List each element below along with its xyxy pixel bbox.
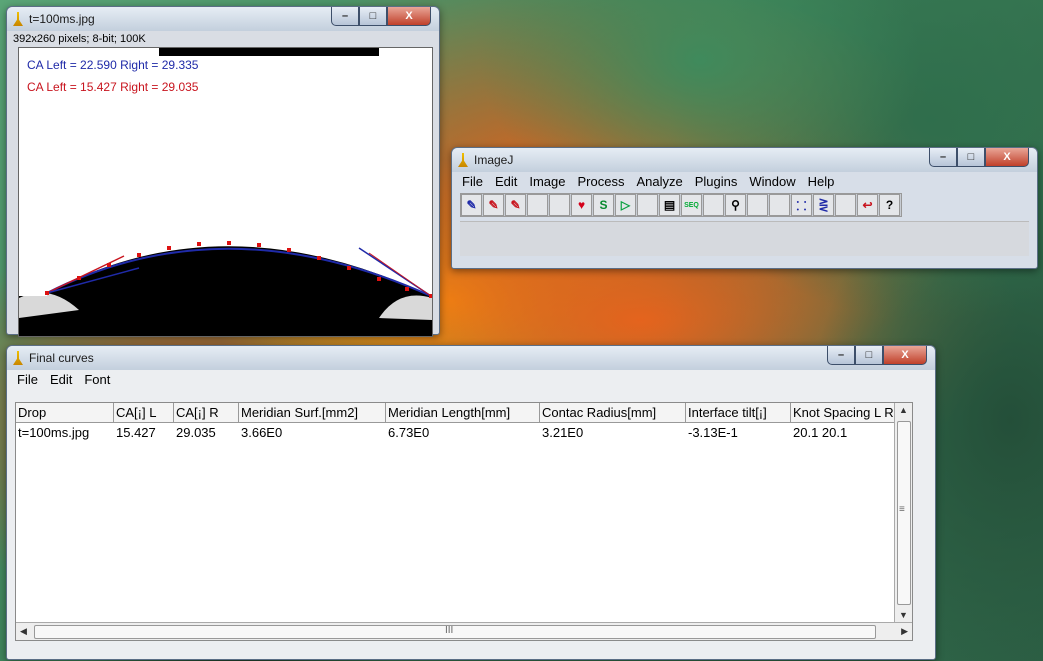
scroll-down-icon[interactable]: ▼: [899, 610, 908, 620]
menu-analyze[interactable]: Analyze: [630, 174, 688, 189]
curve-icon[interactable]: S: [593, 194, 614, 216]
table-cell: -3.13E-1: [688, 425, 738, 440]
results-table: Drop CA[¡] L CA[¡] R Meridian Surf.[mm2]…: [15, 402, 913, 641]
close-button[interactable]: X: [387, 7, 431, 26]
grip-icon: III: [445, 625, 454, 636]
close-button[interactable]: X: [985, 148, 1029, 167]
image-window-title: t=100ms.jpg: [29, 12, 95, 26]
droplet-profile: [19, 241, 432, 336]
empty-tool-slot[interactable]: [549, 194, 570, 216]
menu-font[interactable]: Font: [78, 372, 116, 387]
menu-process[interactable]: Process: [572, 174, 631, 189]
menu-image[interactable]: Image: [523, 174, 571, 189]
column-header[interactable]: CA[¡] R: [174, 403, 239, 422]
empty-tool-slot[interactable]: [703, 194, 724, 216]
close-button[interactable]: X: [883, 346, 927, 365]
table-cell: 3.21E0: [542, 425, 584, 440]
minimize-button[interactable]: –: [331, 7, 359, 26]
imagej-toolbar: ✎ ✎ ✎ ♥ S ▷ ▤ SEQ ⚲ ⸬ ⋛ ↩ ?: [460, 193, 902, 217]
imagej-title: ImageJ: [474, 153, 514, 167]
image-window-titlebar[interactable]: t=100ms.jpg – □ X: [7, 7, 439, 31]
column-header[interactable]: Interface tilt[¡]: [686, 403, 791, 422]
column-header[interactable]: Meridian Length[mm]: [386, 403, 540, 422]
column-header[interactable]: Contac Radius[mm]: [540, 403, 686, 422]
scroll-left-icon[interactable]: ◀: [20, 626, 27, 637]
maximize-button[interactable]: □: [359, 7, 387, 26]
grip-icon: ≡: [899, 504, 905, 515]
imagej-menubar: File Edit Image Process Analyze Plugins …: [452, 172, 1037, 191]
document-icon[interactable]: ▤: [659, 194, 680, 216]
imagej-logo-icon: [13, 12, 23, 26]
minimize-button[interactable]: –: [827, 346, 855, 365]
maximize-button[interactable]: □: [957, 148, 985, 167]
horizontal-scrollbar[interactable]: ◀ III ▶: [16, 622, 912, 640]
magnifier-icon[interactable]: ⚲: [725, 194, 746, 216]
results-title: Final curves: [29, 351, 94, 365]
menu-window[interactable]: Window: [743, 174, 801, 189]
pen-red-dots-icon[interactable]: ✎: [505, 194, 526, 216]
menu-edit[interactable]: Edit: [44, 372, 78, 387]
menu-edit[interactable]: Edit: [489, 174, 523, 189]
table-cell: 15.427: [116, 425, 156, 440]
vertical-scroll-thumb[interactable]: ≡: [897, 421, 911, 605]
image-info: 392x260 pixels; 8-bit; 100K: [13, 33, 146, 45]
table-cell: 3.66E0: [241, 425, 283, 440]
table-cell: 6.73E0: [388, 425, 430, 440]
scroll-right-icon[interactable]: ▶: [901, 626, 908, 637]
maximize-button[interactable]: □: [855, 346, 883, 365]
empty-tool-slot[interactable]: [769, 194, 790, 216]
vertical-scrollbar[interactable]: ▲ ≡ ▼: [894, 403, 912, 622]
table-cell: 29.035: [176, 425, 216, 440]
table-cell: 20.1 20.1: [793, 425, 848, 440]
empty-tool-slot[interactable]: [747, 194, 768, 216]
menu-help[interactable]: Help: [802, 174, 841, 189]
minimize-button[interactable]: –: [929, 148, 957, 167]
menu-plugins[interactable]: Plugins: [689, 174, 744, 189]
empty-tool-slot[interactable]: [835, 194, 856, 216]
results-window: Final curves – □ X File Edit Font Drop C…: [6, 345, 936, 660]
table-header: Drop CA[¡] L CA[¡] R Meridian Surf.[mm2]…: [16, 403, 912, 423]
pen-red-icon[interactable]: ✎: [483, 194, 504, 216]
menu-file[interactable]: File: [11, 372, 44, 387]
imagej-logo-icon: [13, 351, 23, 365]
image-canvas[interactable]: CA Left = 22.590 Right = 29.335 CA Left …: [18, 47, 433, 337]
column-header[interactable]: CA[¡] L: [114, 403, 174, 422]
table-cell: t=100ms.jpg: [18, 425, 90, 440]
imagej-window: ImageJ – □ X File Edit Image Process Ana…: [451, 147, 1038, 269]
imagej-status-bar: [460, 221, 1029, 256]
empty-tool-slot[interactable]: [637, 194, 658, 216]
column-header[interactable]: Knot Spacing L R: [791, 403, 895, 422]
empty-tool-slot[interactable]: [527, 194, 548, 216]
imagej-logo-icon: [458, 153, 468, 167]
results-titlebar[interactable]: Final curves – □ X: [7, 346, 935, 370]
imagej-titlebar[interactable]: ImageJ – □ X: [452, 148, 1037, 172]
scroll-up-icon[interactable]: ▲: [899, 405, 908, 415]
pen-blue-icon[interactable]: ✎: [461, 194, 482, 216]
seq-icon[interactable]: SEQ: [681, 194, 702, 216]
heart-icon[interactable]: ♥: [571, 194, 592, 216]
play-icon[interactable]: ▷: [615, 194, 636, 216]
horizontal-scroll-thumb[interactable]: III: [34, 625, 876, 639]
menu-file[interactable]: File: [456, 174, 489, 189]
results-menubar: File Edit Font: [7, 370, 935, 389]
undo-icon[interactable]: ↩: [857, 194, 878, 216]
curve-edit-icon[interactable]: ⋛: [813, 194, 834, 216]
image-window: t=100ms.jpg – □ X 392x260 pixels; 8-bit;…: [6, 6, 440, 337]
column-header[interactable]: Meridian Surf.[mm2]: [239, 403, 386, 422]
table-row[interactable]: t=100ms.jpg 15.427 29.035 3.66E0 6.73E0 …: [16, 423, 912, 443]
help-icon[interactable]: ?: [879, 194, 900, 216]
column-header[interactable]: Drop: [16, 403, 114, 422]
spline-icon[interactable]: ⸬: [791, 194, 812, 216]
